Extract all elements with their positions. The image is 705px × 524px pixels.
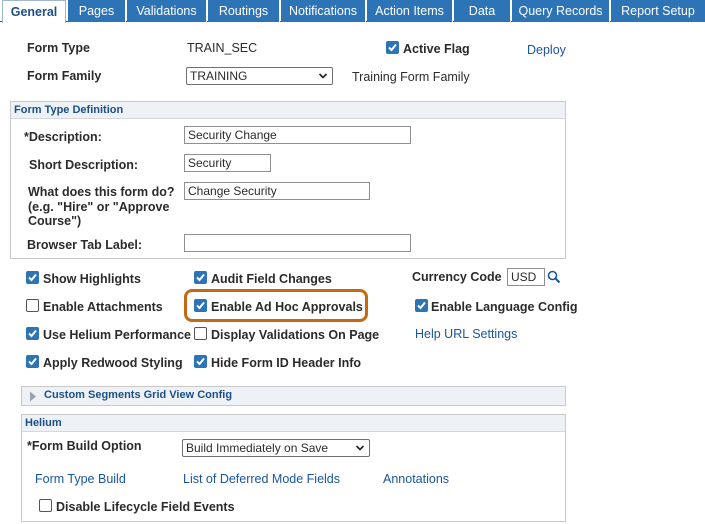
browser-tab-label: Browser Tab Label: — [27, 238, 143, 252]
annotations-link[interactable]: Annotations — [383, 472, 449, 486]
chevron-down-icon — [355, 445, 365, 451]
enable-attachments-checkbox[interactable] — [26, 299, 39, 312]
form-build-option-value: Build Immediately on Save — [186, 441, 329, 455]
check-icon — [196, 273, 205, 282]
tab-routings[interactable]: Routings — [208, 0, 280, 22]
form-type-label: Form Type — [27, 41, 90, 55]
form-family-value: TRAINING — [190, 69, 248, 83]
hide-form-id-header-label: Hide Form ID Header Info — [211, 356, 362, 370]
custom-segments-section[interactable]: Custom Segments Grid View Config — [21, 386, 566, 406]
form-build-option-label: *Form Build Option — [27, 439, 142, 453]
check-icon — [196, 301, 205, 310]
expand-triangle-icon — [30, 391, 36, 402]
check-icon — [28, 357, 37, 366]
enable-language-config-checkbox[interactable] — [415, 299, 428, 312]
apply-redwood-styling-checkbox[interactable] — [26, 355, 39, 368]
enable-ad-hoc-approvals-label: Enable Ad Hoc Approvals — [211, 300, 363, 314]
active-flag-label: Active Flag — [403, 42, 470, 56]
custom-segments-title: Custom Segments Grid View Config — [44, 389, 233, 401]
description-input[interactable]: Security Change — [184, 126, 411, 144]
form-family-description: Training Form Family — [352, 70, 470, 84]
check-icon — [196, 357, 205, 366]
form-family-select[interactable]: TRAINING — [186, 67, 333, 85]
browser-tab-input[interactable] — [184, 234, 411, 252]
search-icon[interactable] — [547, 270, 561, 284]
short-description-label: Short Description: — [29, 158, 139, 172]
form-type-definition-title: Form Type Definition — [11, 102, 565, 119]
tab-validations[interactable]: Validations — [127, 0, 207, 22]
disable-lifecycle-label: Disable Lifecycle Field Events — [56, 500, 235, 514]
short-description-input[interactable]: Security — [184, 154, 271, 172]
display-validations-label: Display Validations On Page — [211, 328, 380, 342]
use-helium-performance-checkbox[interactable] — [26, 327, 39, 340]
deploy-link[interactable]: Deploy — [527, 43, 566, 57]
enable-attachments-label: Enable Attachments — [43, 300, 163, 314]
enable-language-config-label: Enable Language Config — [431, 300, 578, 314]
active-flag-checkbox[interactable] — [386, 41, 399, 54]
what-does-form-do-input[interactable]: Change Security — [184, 182, 370, 200]
check-icon — [417, 301, 426, 310]
apply-redwood-styling-label: Apply Redwood Styling — [43, 356, 183, 370]
form-family-label: Form Family — [27, 69, 102, 83]
tab-general[interactable]: General — [2, 0, 66, 23]
what-does-form-do-label-line3: Course") — [28, 214, 82, 228]
display-validations-checkbox[interactable] — [194, 327, 207, 340]
tab-report-setup[interactable]: Report Setup — [611, 0, 705, 22]
enable-ad-hoc-approvals-checkbox[interactable] — [194, 299, 207, 312]
tab-notifications[interactable]: Notifications — [281, 0, 366, 22]
chevron-down-icon — [318, 73, 328, 79]
description-label: *Description: — [24, 130, 102, 144]
audit-field-changes-label: Audit Field Changes — [211, 272, 332, 286]
disable-lifecycle-checkbox[interactable] — [39, 499, 52, 512]
tab-bar: General Pages Validations Routings Notif… — [0, 0, 705, 23]
hide-form-id-header-checkbox[interactable] — [194, 355, 207, 368]
help-url-settings-link[interactable]: Help URL Settings — [415, 327, 517, 341]
currency-code-label: Currency Code — [412, 270, 502, 284]
tab-data[interactable]: Data — [454, 0, 511, 22]
form-type-build-link[interactable]: Form Type Build — [35, 472, 126, 486]
show-highlights-label: Show Highlights — [43, 272, 141, 286]
helium-title: Helium — [22, 415, 565, 432]
use-helium-performance-label: Use Helium Performance — [43, 328, 191, 342]
currency-code-input[interactable]: USD — [507, 268, 545, 286]
check-icon — [28, 329, 37, 338]
audit-field-changes-checkbox[interactable] — [194, 271, 207, 284]
form-type-value: TRAIN_SEC — [187, 41, 258, 55]
show-highlights-checkbox[interactable] — [26, 271, 39, 284]
form-build-option-select[interactable]: Build Immediately on Save — [182, 439, 370, 457]
tab-query-records[interactable]: Query Records — [512, 0, 610, 22]
deferred-mode-fields-link[interactable]: List of Deferred Mode Fields — [183, 472, 340, 486]
check-icon — [28, 273, 37, 282]
tab-pages[interactable]: Pages — [68, 0, 126, 22]
check-icon — [388, 43, 397, 52]
what-does-form-do-label-line1: What does this form do? — [28, 185, 175, 199]
what-does-form-do-label-line2: (e.g. "Hire" or "Approve — [28, 200, 170, 214]
tab-action-items[interactable]: Action Items — [367, 0, 453, 22]
